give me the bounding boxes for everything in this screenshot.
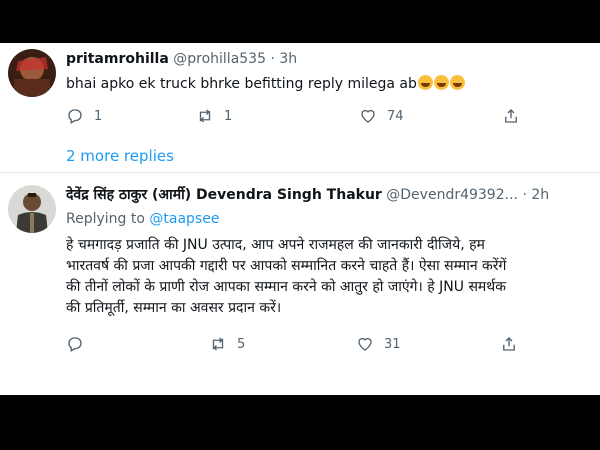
like-button[interactable]: 31 — [356, 335, 401, 353]
laughing-emoji-icon — [433, 75, 449, 90]
reply-button[interactable] — [66, 335, 94, 353]
reply-count: 1 — [94, 108, 103, 124]
tweet-thread-card: pritamrohilla @prohilla535 · 3h bhai apk… — [0, 43, 600, 395]
share-button[interactable] — [502, 107, 520, 125]
tweet-text-line: भारतवर्ष की प्रजा आपकी गद्दारी पर आपको स… — [66, 258, 507, 274]
share-button[interactable] — [500, 335, 518, 353]
like-icon — [361, 109, 375, 123]
tweet-header: pritamrohilla @prohilla535 · 3h — [66, 51, 297, 67]
avatar[interactable] — [8, 49, 56, 97]
timestamp[interactable]: 2h — [531, 187, 549, 203]
separator: · — [522, 187, 527, 203]
replying-to-handle[interactable]: @taapsee — [149, 211, 219, 227]
tweet-text: bhai apko ek truck bhrke befitting reply… — [66, 74, 586, 95]
retweet-count: 1 — [224, 108, 233, 124]
more-replies-link[interactable]: 2 more replies — [66, 147, 174, 165]
like-count: 74 — [387, 108, 404, 124]
like-button[interactable]: 74 — [359, 107, 404, 125]
tweet-pritamrohilla[interactable]: pritamrohilla @prohilla535 · 3h bhai apk… — [0, 43, 600, 171]
tweet-actions: 5 31 — [66, 335, 526, 357]
tweet-text: हे चमगादड़ प्रजाति की JNU उत्पाद, आप अपन… — [66, 235, 600, 319]
retweet-count: 5 — [237, 336, 246, 352]
display-name[interactable]: pritamrohilla — [66, 51, 169, 67]
like-count: 31 — [384, 336, 401, 352]
tweet-text-line: की तीनों लोकों के प्राणी रोज आपका सम्मान… — [66, 279, 506, 295]
tweet-text-content: bhai apko ek truck bhrke befitting reply… — [66, 76, 417, 92]
avatar[interactable] — [8, 185, 56, 233]
zany-face-emoji-icon — [449, 75, 465, 90]
like-icon — [358, 337, 372, 351]
retweet-icon — [212, 337, 224, 351]
display-name[interactable]: देवेंद्र सिंह ठाकुर (आर्मी) Devendra Sin… — [66, 187, 382, 203]
handle[interactable]: @Devendr49392... — [386, 187, 518, 203]
handle[interactable]: @prohilla535 — [173, 51, 266, 67]
reply-icon — [68, 109, 82, 124]
reply-button[interactable]: 1 — [66, 107, 102, 125]
retweet-icon — [199, 109, 211, 123]
tweet-text-line: हे चमगादड़ प्रजाति की JNU उत्पाद, आप अपन… — [66, 237, 485, 253]
tweet-devendra-singh-thakur[interactable]: देवेंद्र सिंह ठाकुर (आर्मी) Devendra Sin… — [0, 173, 600, 395]
replying-to: Replying to @taapsee — [66, 211, 219, 227]
tweet-header: देवेंद्र सिंह ठाकुर (आर्मी) Devendra Sin… — [66, 185, 549, 204]
retweet-button[interactable]: 5 — [209, 335, 245, 353]
share-icon — [505, 109, 517, 123]
reply-icon — [68, 337, 82, 352]
share-icon — [503, 337, 515, 351]
tweet-text-line: की प्रतिमूर्ती, सम्मान का अवसर प्रदान कर… — [66, 300, 282, 316]
separator: · — [270, 51, 275, 67]
replying-to-label: Replying to — [66, 211, 145, 227]
tweet-actions: 1 1 74 — [66, 107, 526, 129]
timestamp[interactable]: 3h — [279, 51, 297, 67]
retweet-button[interactable]: 1 — [196, 107, 232, 125]
laughing-emoji-icon — [417, 75, 433, 90]
